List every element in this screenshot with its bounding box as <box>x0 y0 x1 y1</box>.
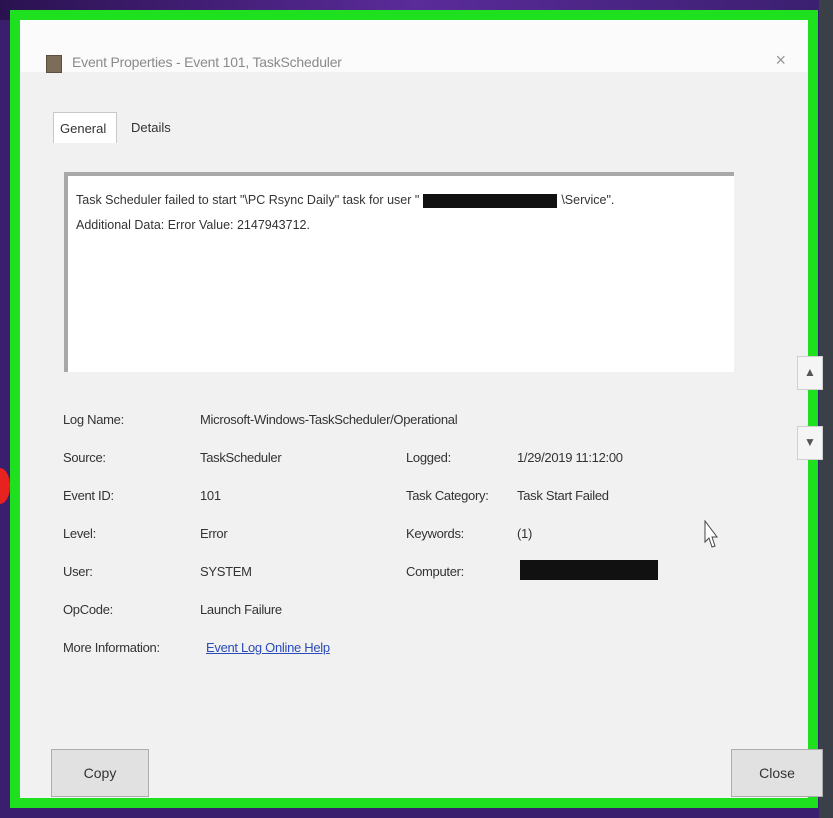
event-log-online-help-link[interactable]: Event Log Online Help <box>206 640 330 655</box>
opcode-value[interactable]: Launch Failure <box>200 602 282 617</box>
description-line-2: Additional Data: Error Value: 2147943712… <box>76 218 310 232</box>
desktop-edge <box>819 0 833 818</box>
title-bar[interactable]: Event Properties - Event 101, TaskSchedu… <box>20 20 808 73</box>
source-value[interactable]: TaskScheduler <box>200 450 282 465</box>
up-arrow-icon: ▲ <box>804 365 816 379</box>
event-id-value[interactable]: 101 <box>200 488 221 503</box>
level-label: Level: <box>63 526 96 541</box>
user-label: User: <box>63 564 93 579</box>
event-description[interactable]: Task Scheduler failed to start "\PC Rsyn… <box>64 172 734 372</box>
logged-value[interactable]: 1/29/2019 11:12:00 <box>517 450 623 465</box>
opcode-label: OpCode: <box>63 602 113 617</box>
scroll-down-button[interactable]: ▼ <box>797 426 823 460</box>
task-category-label: Task Category: <box>406 488 489 503</box>
task-category-value[interactable]: Task Start Failed <box>517 488 609 503</box>
down-arrow-icon: ▼ <box>804 435 816 449</box>
description-line-1: Task Scheduler failed to start "\PC Rsyn… <box>76 193 615 208</box>
red-marker <box>0 468 10 504</box>
tab-general[interactable]: General <box>53 112 117 143</box>
log-name-value[interactable]: Microsoft-Windows-TaskScheduler/Operatio… <box>200 412 458 427</box>
keywords-value[interactable]: (1) <box>517 526 532 541</box>
event-id-label: Event ID: <box>63 488 114 503</box>
source-label: Source: <box>63 450 106 465</box>
mouse-cursor-icon <box>704 520 718 548</box>
copy-button[interactable]: Copy <box>51 749 149 797</box>
event-viewer-icon <box>46 55 62 73</box>
keywords-label: Keywords: <box>406 526 464 541</box>
user-value[interactable]: SYSTEM <box>200 564 252 579</box>
redacted-username <box>423 193 558 208</box>
scroll-up-button[interactable]: ▲ <box>797 356 823 390</box>
level-value[interactable]: Error <box>200 526 228 541</box>
redacted-computer-name <box>520 560 658 580</box>
event-properties-dialog: Event Properties - Event 101, TaskSchedu… <box>10 10 823 808</box>
more-information-label: More Information: <box>63 640 160 655</box>
window-title: Event Properties - Event 101, TaskSchedu… <box>72 54 342 70</box>
logged-label: Logged: <box>406 450 451 465</box>
log-name-label: Log Name: <box>63 412 124 427</box>
computer-label: Computer: <box>406 564 464 579</box>
tab-details[interactable]: Details <box>125 112 181 140</box>
close-button[interactable]: Close <box>731 749 823 797</box>
close-icon[interactable]: × <box>775 50 786 71</box>
